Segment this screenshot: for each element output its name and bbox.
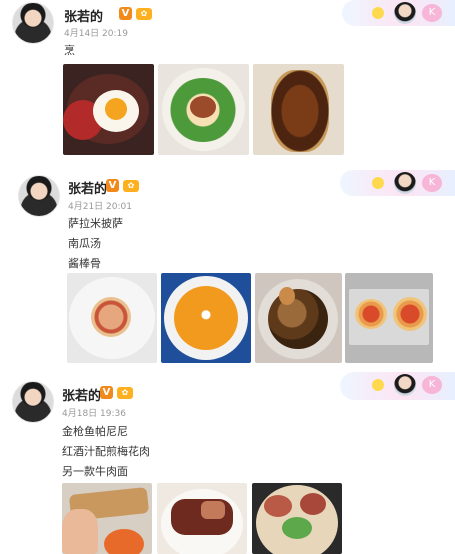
post-image[interactable] <box>157 483 247 554</box>
pumpkin-soup <box>174 286 238 350</box>
post-text-line: 酱棒骨 <box>68 257 101 270</box>
post-image[interactable] <box>63 64 154 155</box>
banner-bubble-icon: K <box>422 376 442 394</box>
banner-bubble-icon: K <box>422 4 442 22</box>
pork-slice <box>201 501 225 519</box>
star-icon <box>372 379 384 391</box>
post-image[interactable] <box>158 64 249 155</box>
post-image[interactable] <box>252 483 342 554</box>
banner-avatar-icon <box>394 374 416 396</box>
post-text-line: 南瓜汤 <box>68 237 101 250</box>
vip-badge-icon: ✿ <box>117 387 133 399</box>
post-image[interactable] <box>255 273 342 363</box>
post-time[interactable]: 4月14日 20:19 <box>64 26 128 39</box>
decor-banner: K <box>340 372 455 400</box>
pizza-left <box>355 299 387 329</box>
decor-banner: K <box>342 0 455 26</box>
beef-slice <box>264 495 292 517</box>
banner-bubble-icon: K <box>422 174 442 192</box>
scallions <box>282 517 312 539</box>
post-image[interactable] <box>345 273 433 363</box>
post-image[interactable] <box>67 273 157 363</box>
braised-bones <box>268 289 328 349</box>
beef-slice <box>300 493 326 515</box>
vip-badge-icon: ✿ <box>136 8 152 20</box>
post-image[interactable] <box>62 483 152 554</box>
fried-egg-yolk <box>105 98 127 120</box>
verified-badge-icon: V <box>106 179 119 192</box>
orange-cup <box>104 529 144 554</box>
post-time[interactable]: 4月21日 20:01 <box>68 199 132 212</box>
star-icon <box>372 177 384 189</box>
avatar[interactable] <box>18 175 60 217</box>
weibo-post-3: 张若的 V ✿ K 4月18日 19:36 金枪鱼帕尼尼 红酒汁配煎梅花肉 另一… <box>0 365 455 554</box>
egg <box>279 287 295 305</box>
pizza-right <box>393 297 427 331</box>
avatar[interactable] <box>12 381 54 423</box>
weibo-post-1: 张若的 V ✿ K 4月14日 20:19 烹 <box>0 0 455 165</box>
verified-badge-icon: V <box>100 386 113 399</box>
post-time[interactable]: 4月18日 19:36 <box>62 406 126 419</box>
post-text-line: 金枪鱼帕尼尼 <box>62 425 128 438</box>
avatar[interactable] <box>12 2 54 44</box>
banner-avatar-icon <box>394 172 416 194</box>
weibo-post-2: 张若的 V ✿ K 4月21日 20:01 萨拉米披萨 南瓜汤 酱棒骨 <box>0 165 455 365</box>
username[interactable]: 张若的 <box>62 385 101 404</box>
verified-badge-icon: V <box>119 7 132 20</box>
username[interactable]: 张若的 <box>64 6 103 25</box>
mini-pizza <box>91 297 131 337</box>
username[interactable]: 张若的 <box>68 178 107 197</box>
post-text-line: 萨拉米披萨 <box>68 217 123 230</box>
star-icon <box>372 7 384 19</box>
topping <box>190 96 216 118</box>
vip-badge-icon: ✿ <box>123 180 139 192</box>
post-text-line: 另一款牛肉面 <box>62 465 128 478</box>
post-text-line: 红酒汁配煎梅花肉 <box>62 445 150 458</box>
decor-banner: K <box>340 170 455 196</box>
post-text-line: 烹 <box>64 44 75 57</box>
post-image[interactable] <box>161 273 251 363</box>
hand <box>62 509 98 554</box>
braised-dish <box>271 70 329 152</box>
banner-avatar-icon <box>394 2 416 24</box>
post-image[interactable] <box>253 64 344 155</box>
